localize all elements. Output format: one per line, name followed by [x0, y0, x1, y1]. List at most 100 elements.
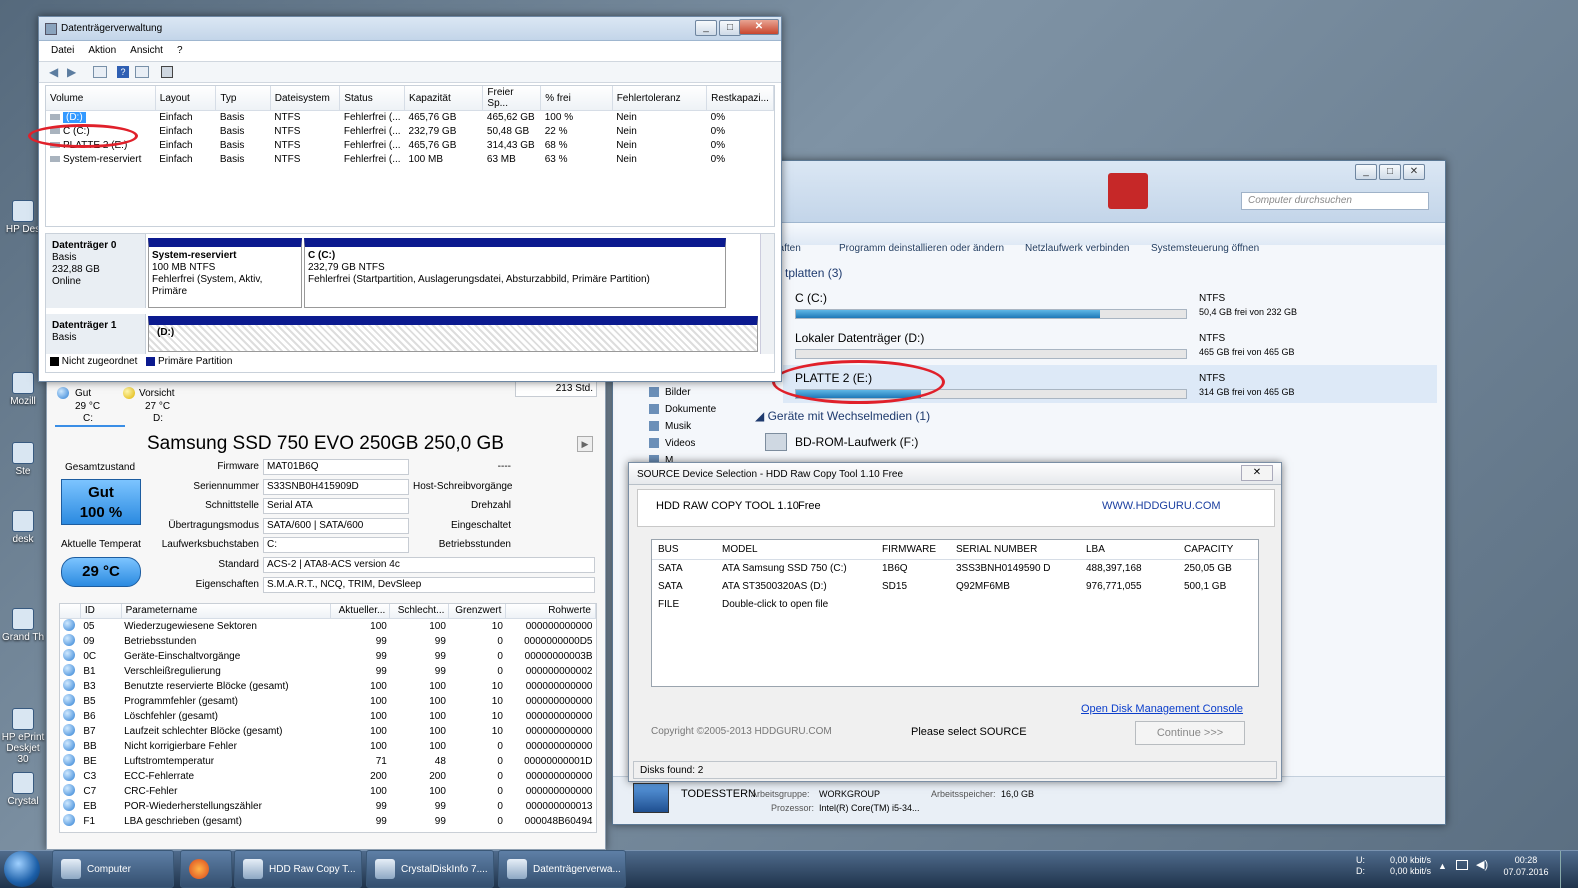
smart-row[interactable]: B5 Programmfehler (gesamt) 100 100 10 0000000…	[60, 693, 596, 709]
open-disk-management-link[interactable]: Open Disk Management Console	[1081, 703, 1243, 715]
smart-row[interactable]: B3 Benutzte reservierte Blöcke (gesamt) 10…	[60, 678, 596, 694]
menu-item[interactable]: Ansicht	[130, 45, 163, 56]
table-row[interactable]: C (C:) Einfach Basis NTFS Fehlerfrei (... 232…	[46, 125, 774, 139]
disk-icon[interactable]	[161, 66, 173, 78]
device-row[interactable]: FILE Double-click to open file	[652, 596, 1258, 614]
overall-health-badge[interactable]: Gut 100 %	[61, 479, 141, 525]
close-button[interactable]: ✕	[739, 19, 779, 35]
smart-row[interactable]: C7 CRC-Fehler 100 100 0 000000000000	[60, 783, 596, 799]
device-cell: 488,397,168	[1086, 563, 1142, 575]
smart-row[interactable]: BB Nicht korrigierbare Fehler 100 100 0 00000…	[60, 738, 596, 754]
smart-row[interactable]: 0C Geräte-Einschaltvorgänge 99 99 0 000000000…	[60, 648, 596, 664]
smart-cell: 0	[497, 650, 503, 662]
partition-c[interactable]: C (C:) 232,79 GB NTFS Fehlerfrei (Startp…	[304, 238, 726, 308]
smart-row[interactable]: B7 Laufzeit schlechter Blöcke (gesamt) 100…	[60, 723, 596, 739]
drive-name[interactable]: Lokaler Datenträger (D:)	[795, 331, 924, 345]
column-header[interactable]: Layout	[155, 86, 217, 111]
menu-item[interactable]: Aktion	[88, 45, 116, 56]
column-header[interactable]: Schlecht...	[389, 604, 450, 619]
clock[interactable]: 00:28 07.07.2016	[1500, 854, 1552, 878]
smart-row[interactable]: C3 ECC-Fehlerrate 200 200 0 000000000000	[60, 768, 596, 784]
desktop-icon[interactable]: desk	[0, 510, 46, 545]
nav-item[interactable]: Dokumente	[649, 404, 716, 415]
start-button[interactable]	[4, 851, 40, 887]
maximize-button[interactable]: □	[1379, 164, 1401, 180]
nav-item[interactable]: Bilder	[649, 387, 691, 398]
desktop-icon[interactable]: Crystal	[0, 772, 46, 807]
column-header[interactable]: ID	[80, 604, 122, 619]
column-header[interactable]: Aktueller...	[330, 604, 391, 619]
minimize-button[interactable]: _	[1355, 164, 1377, 180]
forward-arrow-icon[interactable]: ▶	[67, 65, 76, 79]
minimize-button[interactable]: _	[695, 20, 717, 36]
taskbar-item[interactable]: Computer	[52, 850, 174, 888]
partition-d[interactable]: (D:)	[148, 316, 758, 352]
field-value: S.M.A.R.T., NCQ, TRIM, DevSleep	[263, 576, 595, 593]
menu-item[interactable]: Datei	[51, 45, 74, 56]
nav-item[interactable]: Musik	[649, 421, 691, 432]
legend-unallocated: Nicht zugeordnet	[61, 356, 138, 367]
status-orb-icon	[63, 648, 75, 661]
scrollbar[interactable]	[760, 234, 774, 354]
column-header[interactable]: Freier Sp...	[482, 86, 542, 111]
smart-row[interactable]: 05 Wiederzugewiesene Sektoren 100 100 10 0000…	[60, 618, 596, 634]
column-header[interactable]: Volume	[46, 86, 156, 111]
column-header[interactable]: Rohwerte	[505, 604, 596, 619]
smart-cell: 000000000000	[525, 710, 593, 722]
legend-unallocated-swatch	[50, 356, 59, 366]
device-row[interactable]: SATA ATA Samsung SSD 750 (C:) 1B6Q 3SS3BNH0…	[652, 560, 1258, 578]
column-header[interactable]: Status	[339, 86, 406, 111]
properties-icon[interactable]	[135, 66, 149, 78]
desktop-icon[interactable]: Grand Th	[0, 608, 46, 643]
close-button[interactable]: ✕	[1403, 164, 1425, 180]
next-drive-button[interactable]: ▶	[577, 436, 593, 452]
continue-button[interactable]: Continue >>>	[1135, 721, 1245, 745]
maximize-button[interactable]: □	[719, 20, 741, 36]
close-button[interactable]: ✕	[1241, 465, 1273, 481]
drive-name[interactable]: C (C:)	[795, 291, 827, 305]
smart-row[interactable]: B6 Löschfehler (gesamt) 100 100 10 0000000000…	[60, 708, 596, 724]
column-header[interactable]: Parametername	[121, 604, 332, 619]
column-header[interactable]: Fehlertoleranz	[612, 86, 708, 111]
column-header[interactable]: % frei	[540, 86, 613, 111]
search-input[interactable]: Computer durchsuchen	[1241, 192, 1429, 210]
back-arrow-icon[interactable]: ◀	[49, 65, 58, 79]
toolbar-map-drive[interactable]: Netzlaufwerk verbinden	[1025, 243, 1130, 254]
column-header[interactable]: Kapazität	[404, 86, 484, 111]
desktop-icon[interactable]: HP ePrint Deskjet 30	[0, 708, 46, 765]
volume-icon[interactable]: ◀)	[1476, 858, 1488, 871]
table-row[interactable]: PLATTE 2 (E:) Einfach Basis NTFS Fehlerfrei …	[46, 139, 774, 153]
taskbar-item[interactable]: CrystalDiskInfo 7....	[366, 850, 494, 888]
show-desktop-button[interactable]	[1560, 851, 1578, 888]
table-row[interactable]: (D:) Einfach Basis NTFS Fehlerfrei (... 465,7…	[46, 111, 774, 125]
smart-row[interactable]: EB POR-Wiederherstellungszähler 99 99 0 00000…	[60, 798, 596, 814]
smart-row[interactable]: B1 Verschleißregulierung 99 99 0 000000000002	[60, 663, 596, 679]
taskbar-item[interactable]: HDD Raw Copy T...	[234, 850, 362, 888]
taskbar-item[interactable]: Datenträgerverwa...	[498, 850, 626, 888]
desktop-icon[interactable]: Ste	[0, 442, 46, 477]
column-header[interactable]: Restkapazi...	[706, 86, 774, 111]
health-d-label[interactable]: Vorsicht	[139, 388, 175, 399]
column-header[interactable]: Grenzwert	[448, 604, 507, 619]
tray-arrow-icon[interactable]: ▲	[1438, 861, 1447, 871]
smart-row[interactable]: F1 LBA geschrieben (gesamt) 99 99 0 000048B60…	[60, 813, 596, 829]
bd-drive-label[interactable]: BD-ROM-Laufwerk (F:)	[795, 435, 918, 449]
toolbar-control-panel[interactable]: Systemsteuerung öffnen	[1151, 243, 1259, 254]
column-header[interactable]: Typ	[215, 86, 271, 111]
health-c-label[interactable]: Gut	[75, 388, 91, 399]
list-view-icon[interactable]	[93, 66, 107, 78]
toolbar-uninstall[interactable]: Programm deinstallieren oder ändern	[839, 243, 1004, 254]
site-link[interactable]: WWW.HDDGURU.COM	[1102, 500, 1221, 512]
smart-row[interactable]: BE Luftstromtemperatur 71 48 0 00000000001D	[60, 753, 596, 769]
smart-cell: 0	[497, 755, 503, 767]
menu-item[interactable]: ?	[177, 45, 183, 56]
device-row[interactable]: SATA ATA ST3500320AS (D:) SD15 Q92MF6MB 976,…	[652, 578, 1258, 596]
help-icon[interactable]: ?	[117, 66, 129, 78]
taskbar-item[interactable]	[180, 850, 232, 888]
column-header[interactable]: Dateisystem	[270, 86, 341, 111]
table-row[interactable]: System-reserviert Einfach Basis NTFS Fehlerf…	[46, 153, 774, 167]
partition-system-reserved[interactable]: System-reserviert 100 MB NTFS Fehlerfrei…	[148, 238, 302, 308]
smart-row[interactable]: 09 Betriebsstunden 99 99 0 0000000000D5	[60, 633, 596, 649]
network-icon[interactable]	[1456, 860, 1468, 870]
nav-item[interactable]: Videos	[649, 438, 695, 449]
